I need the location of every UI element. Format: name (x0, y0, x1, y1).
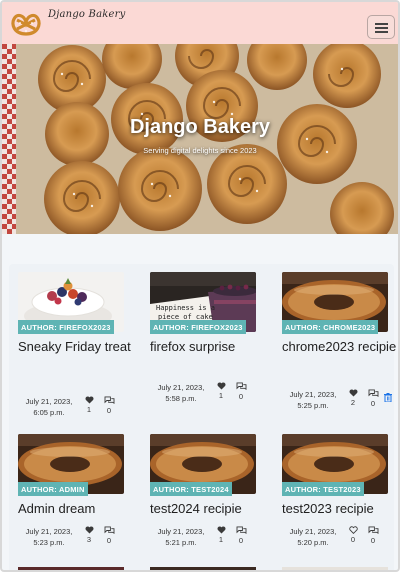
comments-icon (236, 526, 246, 535)
heart-icon[interactable] (217, 382, 226, 390)
post-title[interactable]: Admin dream (18, 501, 138, 517)
comments-icon (368, 526, 378, 535)
comments-count: 0 (238, 392, 244, 401)
post-date: July 21, 2023, 5:58 p.m. (157, 383, 205, 403)
likes-counter[interactable]: 3 (82, 526, 96, 545)
comments-counter[interactable]: 0 (366, 389, 380, 409)
likes-count: 3 (86, 535, 92, 544)
hero-banner: Django Bakery Serving digital delights s… (2, 44, 398, 234)
svg-text:Happiness is a: Happiness is a (156, 304, 215, 312)
post-date: July 21, 2023, 6:05 p.m. (25, 397, 73, 417)
heart-outline-icon[interactable] (348, 526, 358, 534)
author-badge[interactable]: AUTHOR: TEST2024 (150, 482, 232, 496)
post-card[interactable]: AUTHOR: TEST2023 test2023 recipie July 2… (282, 434, 396, 564)
post-meta: July 21, 2023, 6:05 p.m. 1 0 (18, 396, 132, 428)
likes-counter[interactable]: 1 (214, 382, 228, 401)
post-image[interactable] (18, 567, 124, 570)
comments-counter[interactable]: 0 (234, 382, 248, 402)
heart-icon[interactable] (217, 526, 226, 534)
post-image[interactable] (282, 567, 388, 570)
likes-count: 0 (350, 535, 356, 544)
comments-icon (236, 382, 246, 391)
post-date: July 21, 2023, 5:20 p.m. (289, 527, 337, 547)
likes-counter[interactable]: 1 (82, 396, 96, 415)
post-meta: July 21, 2023, 5:25 p.m. 2 0 (282, 389, 396, 421)
likes-counter[interactable]: 2 (346, 389, 360, 408)
post-meta: July 21, 2023, 5:20 p.m. 0 0 (282, 526, 396, 558)
author-badge[interactable]: AUTHOR: TEST2023 (282, 482, 364, 496)
comments-icon (368, 389, 378, 398)
pretzel-logo-icon[interactable] (8, 10, 44, 38)
comments-count: 0 (370, 399, 376, 408)
hero-subtitle: Serving digital delights since 2023 (143, 146, 257, 155)
post-card[interactable]: AUTHOR: CHROME2023 chrome2023 recipie Ju… (282, 272, 396, 422)
post-card[interactable]: Happiness is a piece of cake AUTHOR: FIR… (150, 272, 264, 422)
navbar: Django Bakery (2, 2, 398, 44)
likes-count: 1 (86, 405, 92, 414)
author-badge[interactable]: AUTHOR: ADMIN (18, 482, 88, 496)
post-title[interactable]: test2024 recipie (150, 501, 270, 517)
heart-icon[interactable] (85, 526, 94, 534)
post-meta: July 21, 2023, 5:58 p.m. 1 0 (150, 382, 264, 414)
cinnamon-buns-image (2, 44, 398, 234)
comments-counter[interactable]: 0 (366, 526, 380, 546)
heart-icon[interactable] (85, 396, 94, 404)
post-date: July 21, 2023, 5:23 p.m. (25, 527, 73, 547)
post-meta: July 21, 2023, 5:21 p.m. 1 0 (150, 526, 264, 558)
comments-count: 0 (370, 536, 376, 545)
post-date: July 21, 2023, 5:21 p.m. (157, 527, 205, 547)
comments-counter[interactable]: 0 (234, 526, 248, 546)
likes-count: 1 (218, 535, 224, 544)
post-title[interactable]: Sneaky Friday treat (18, 339, 138, 355)
post-image[interactable] (150, 567, 256, 570)
post-title[interactable]: firefox surprise (150, 339, 270, 355)
post-card[interactable]: AUTHOR: TEST2024 test2024 recipie July 2… (150, 434, 264, 564)
comments-count: 0 (106, 406, 112, 415)
hamburger-icon (375, 23, 388, 25)
likes-counter[interactable]: 1 (214, 526, 228, 545)
likes-count: 2 (350, 398, 356, 407)
post-date: July 21, 2023, 5:25 p.m. (289, 390, 337, 410)
post-card[interactable]: AUTHOR: ADMIN Admin dream July 21, 2023,… (18, 434, 132, 564)
trash-icon[interactable] (384, 393, 392, 402)
comments-counter[interactable]: 0 (102, 526, 116, 546)
post-title[interactable]: chrome2023 recipie (282, 339, 398, 355)
hero-title: Django Bakery (129, 116, 271, 138)
comments-count: 0 (106, 536, 112, 545)
comments-count: 0 (238, 536, 244, 545)
posts-grid: AUTHOR: FIREFOX2023 Sneaky Friday treat … (9, 264, 396, 570)
author-badge[interactable]: AUTHOR: CHROME2023 (282, 320, 379, 334)
post-card[interactable]: AUTHOR: FIREFOX2023 Sneaky Friday treat … (18, 272, 132, 422)
post-title[interactable]: test2023 recipie (282, 501, 398, 517)
author-badge[interactable]: AUTHOR: FIREFOX2023 (150, 320, 246, 334)
post-meta: July 21, 2023, 5:23 p.m. 3 0 (18, 526, 132, 558)
page: Django Bakery Django Bakery Serving digi… (0, 0, 400, 572)
comments-counter[interactable]: 0 (102, 396, 116, 416)
comments-icon (104, 526, 114, 535)
author-badge[interactable]: AUTHOR: FIREFOX2023 (18, 320, 114, 334)
navbar-toggle-button[interactable] (367, 15, 395, 39)
likes-count: 1 (218, 391, 224, 400)
brand-name[interactable]: Django Bakery (48, 9, 125, 20)
comments-icon (104, 396, 114, 405)
likes-counter[interactable]: 0 (346, 526, 360, 545)
heart-icon[interactable] (349, 389, 358, 397)
